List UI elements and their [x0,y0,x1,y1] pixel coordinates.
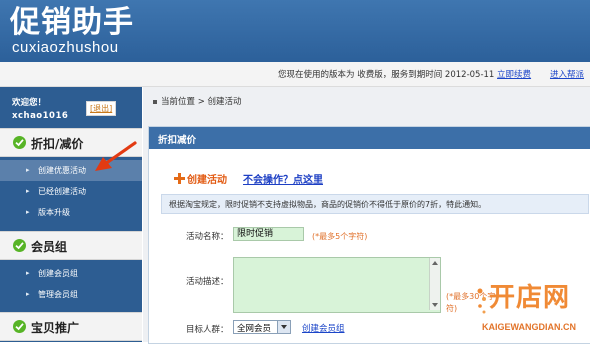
sidebar-item-manage-member-group[interactable]: ▸ 管理会员组 [0,284,142,305]
breadcrumb-page: 创建活动 [207,97,242,107]
welcome-box: 欢迎您！ [退出] xchao1016 [0,87,142,127]
scroll-down-icon[interactable] [432,303,438,307]
activity-name-label: 活动名称： [186,232,229,242]
red-arrow-icon [95,141,137,171]
app-header: 促销助手 cuxiaozhushou [0,0,590,62]
check-circle-icon [13,239,26,252]
chevron-right-icon: ▸ [26,269,30,277]
target-audience-select[interactable]: 全网会员 [233,320,291,334]
username: xchao1016 [12,111,69,121]
chevron-right-icon: ▸ [26,187,30,195]
breadcrumb-current: 当前位置 [161,97,196,107]
help-link[interactable]: 不会操作？点这里 [243,171,323,186]
panel-header: 折扣减价 [149,127,590,149]
plus-icon [174,173,185,184]
activity-desc-hint-2: 符) [446,304,458,313]
logout-button[interactable]: [退出] [86,101,117,116]
watermark-cn: 开店网 [489,283,571,313]
welcome-text: 欢迎您！ [12,98,47,108]
sidebar-item-label: 版本升级 [38,208,70,217]
info-bar: 您现在使用的版本为 收费版，服务到期时间 2012-05-11 立即续费 进入帮… [0,62,590,87]
sidebar-item-label: 创建优惠活动 [38,166,86,175]
section-label: 宝贝推广 [31,321,80,335]
activity-name-hint: (*最多5个字符) [312,232,368,241]
create-activity-title: 创建活动 [187,175,227,186]
breadcrumb: 当前位置 > 创建活动 [143,87,590,115]
sidebar-item-upgrade[interactable]: ▸ 版本升级 [0,202,142,223]
watermark-dots-icon [477,288,486,314]
activity-desc-textarea[interactable] [233,257,441,313]
policy-notice: 根据淘宝规定，限时促销不支持虚拟物品，商品的促销价不得低于原价的7折，特此通知。 [161,194,589,214]
watermark-en: KAIGEWANGDIAN.CN [482,322,576,332]
chevron-right-icon: ▸ [26,166,30,174]
version-notice: 您现在使用的版本为 收费版，服务到期时间 2012-05-11 立即续费 进入帮… [0,68,590,80]
version-text: 您现在使用的版本为 收费版，服务到期时间 2012-05-11 [278,70,495,80]
sidebar-item-label: 创建会员组 [38,269,78,278]
panel-title: 折扣减价 [158,135,197,146]
check-circle-icon [13,320,26,333]
policy-notice-text: 根据淘宝规定，限时促销不支持虚拟物品，商品的促销价不得低于原价的7折，特此通知。 [169,200,487,209]
logo-subtitle: cuxiaozhushou [12,39,119,56]
sidebar-item-create-member-group[interactable]: ▸ 创建会员组 [0,263,142,284]
sidebar: 欢迎您！ [退出] xchao1016 折扣/减价 ▸ 创建优惠活动 ▸ 已经创… [0,87,142,342]
sidebar-item-label: 管理会员组 [38,290,78,299]
site-watermark: 开店网 KAIGEWANGDIAN.CN [474,277,590,342]
help-group-link[interactable]: 进入帮派 [550,70,584,80]
chevron-right-icon: ▸ [26,208,30,216]
create-member-group-link[interactable]: 创建会员组 [302,322,345,334]
breadcrumb-separator: > [197,97,205,107]
section-label: 会员组 [31,240,68,254]
section-item-promotion[interactable]: 宝贝推广 [0,312,142,341]
check-circle-icon [13,136,26,149]
chevron-right-icon: ▸ [26,290,30,298]
square-bullet-icon [153,99,157,104]
textarea-scrollbar[interactable] [429,258,440,310]
scroll-up-icon[interactable] [432,261,438,265]
logo-title: 促销助手 [10,5,134,40]
renew-link[interactable]: 立即续费 [497,70,531,80]
section-label: 折扣/减价 [31,137,84,151]
section-member-group[interactable]: 会员组 [0,231,142,260]
sidebar-item-created-promotions[interactable]: ▸ 已经创建活动 [0,181,142,202]
target-audience-value: 全网会员 [237,324,272,334]
activity-desc-label: 活动描述： [186,277,229,287]
target-audience-label: 目标人群： [186,325,229,335]
sidebar-item-label: 已经创建活动 [38,187,86,196]
activity-name-input[interactable]: 限时促销 [233,227,304,241]
chevron-down-icon[interactable] [277,321,290,333]
